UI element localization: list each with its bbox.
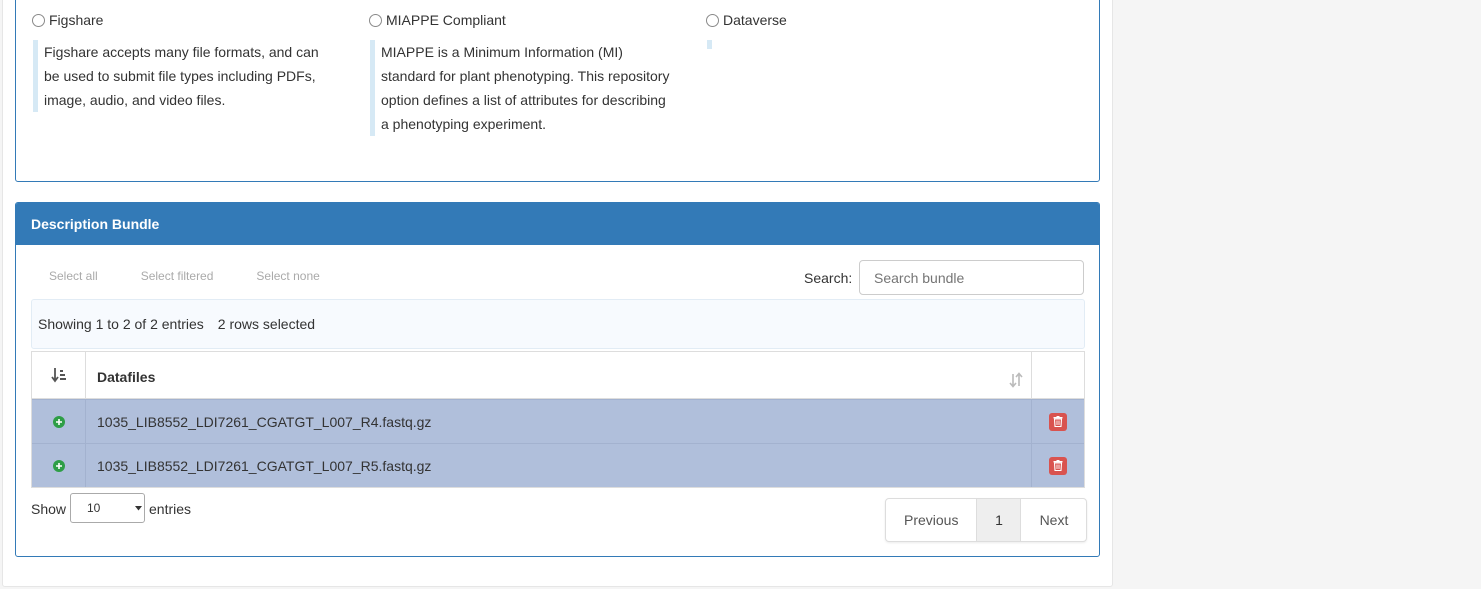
select-none-link[interactable]: Select none: [256, 269, 319, 283]
next-page-button[interactable]: Next: [1020, 499, 1086, 541]
repo-description: MIAPPE is a Minimum Information (MI) sta…: [370, 40, 669, 136]
datafile-name: 1035_LIB8552_LDI7261_CGATGT_L007_R5.fast…: [86, 444, 1032, 487]
repo-option-miappe[interactable]: MIAPPE Compliant MIAPPE is a Minimum Inf…: [369, 10, 669, 136]
plus-circle-icon[interactable]: [52, 459, 65, 472]
entries-info: Showing 1 to 2 of 2 entries: [38, 316, 204, 332]
page-1-button[interactable]: 1: [976, 499, 1021, 541]
actions-column-header: [1032, 352, 1084, 398]
repo-description: [707, 40, 787, 49]
entries-label: entries: [149, 501, 192, 517]
trash-icon: [1053, 460, 1063, 471]
description-bundle-panel: Description Bundle Select all Select fil…: [15, 202, 1100, 557]
delete-row-button[interactable]: [1049, 412, 1067, 431]
radio-icon[interactable]: [32, 13, 45, 27]
table-header: Datafiles: [32, 352, 1084, 399]
dropdown-arrow-icon: [132, 494, 144, 522]
page-length-select[interactable]: 10: [70, 493, 145, 523]
search-input[interactable]: [859, 260, 1084, 295]
repo-option-figshare[interactable]: Figshare Figshare accepts many file form…: [32, 10, 319, 112]
radio-icon[interactable]: [369, 13, 382, 27]
repo-option-label[interactable]: MIAPPE Compliant: [386, 12, 506, 28]
previous-page-button[interactable]: Previous: [886, 499, 976, 541]
search-label: Search:: [804, 270, 853, 286]
pagination: Previous 1 Next: [885, 498, 1088, 542]
rows-selected-info: 2 rows selected: [217, 316, 316, 332]
select-links: Select all Select filtered Select none: [49, 269, 363, 283]
datafiles-column-header[interactable]: Datafiles: [86, 352, 1032, 398]
panel-title: Description Bundle: [16, 203, 1099, 245]
datafiles-table: Datafiles 1035_LIB8552_LDI7261_CGATGT_L0…: [31, 351, 1085, 488]
table-row[interactable]: 1035_LIB8552_LDI7261_CGATGT_L007_R4.fast…: [32, 399, 1084, 443]
plus-circle-icon[interactable]: [52, 415, 65, 428]
table-info-bar: Showing 1 to 2 of 2 entries 2 rows selec…: [31, 299, 1085, 349]
select-all-link[interactable]: Select all: [49, 269, 98, 283]
select-filtered-link[interactable]: Select filtered: [141, 269, 214, 283]
datafile-name: 1035_LIB8552_LDI7261_CGATGT_L007_R4.fast…: [86, 400, 1032, 443]
trash-icon: [1053, 416, 1063, 427]
repo-description: Figshare accepts many file formats, and …: [33, 40, 319, 112]
repository-options-panel: Figshare Figshare accepts many file form…: [15, 0, 1100, 182]
select-column-header[interactable]: [32, 352, 86, 398]
radio-icon[interactable]: [706, 13, 719, 27]
table-row[interactable]: 1035_LIB8552_LDI7261_CGATGT_L007_R5.fast…: [32, 443, 1084, 487]
show-label: Show: [31, 501, 67, 517]
repo-option-label[interactable]: Dataverse: [723, 12, 787, 28]
sort-numeric-icon[interactable]: [50, 367, 67, 383]
delete-row-button[interactable]: [1049, 456, 1067, 475]
sort-icon[interactable]: [1009, 372, 1023, 388]
repo-option-label[interactable]: Figshare: [49, 12, 103, 28]
repo-option-dataverse[interactable]: Dataverse: [706, 10, 787, 49]
